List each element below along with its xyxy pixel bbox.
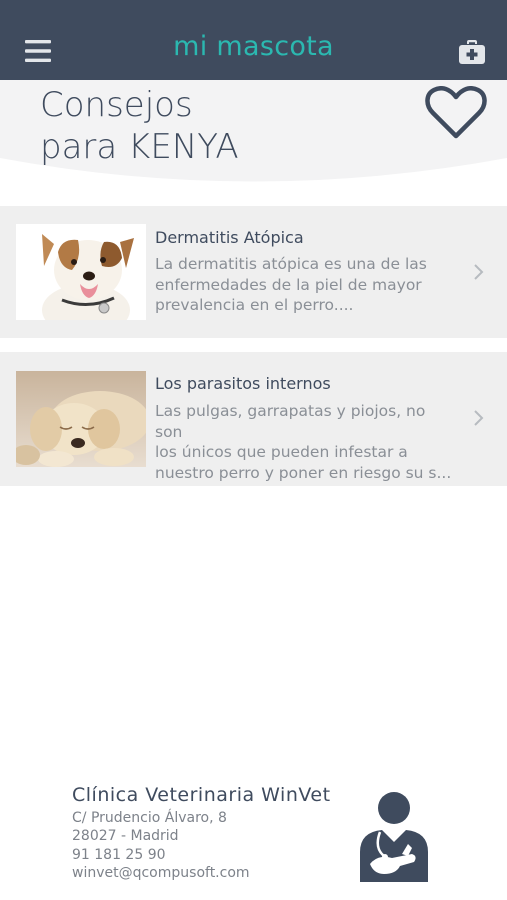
top-bar: mi mascota: [0, 0, 507, 80]
article-excerpt-line: prevalencia en el perro....: [155, 296, 354, 314]
article-excerpt-line: nuestro perro y poner en riesgo su s...: [155, 463, 452, 482]
jack-russell-terrier-photo: [16, 224, 146, 320]
article-excerpt-line: los únicos que pueden infestar a: [155, 443, 408, 461]
clinic-name: Clínica Veterinaria WinVet: [72, 784, 331, 806]
chevron-right-icon: [474, 410, 484, 426]
page-title-line-1: Consejos: [40, 85, 193, 125]
app-title: mi mascota: [173, 31, 334, 62]
clinic-phone[interactable]: 91 181 25 90: [72, 847, 166, 863]
article-excerpt-line: enfermedades de la piel de mayor: [155, 275, 422, 294]
article-excerpt-line: Las pulgas, garrapatas y piojos, no son: [155, 402, 426, 441]
article-title: Dermatitis Atópica: [155, 228, 304, 247]
heart-outline-icon[interactable]: [425, 86, 487, 140]
clinic-email[interactable]: winvet@qcompusoft.com: [72, 865, 250, 881]
page-title: Consejos para KENYA: [40, 84, 239, 168]
article-excerpt-line: La dermatitis atópica es una de las: [155, 255, 427, 273]
article-excerpt: Las pulgas, garrapatas y piojos, no son …: [155, 401, 455, 483]
clinic-address: C/ Prudencio Álvaro, 8: [72, 810, 227, 826]
chevron-right-icon: [474, 264, 484, 280]
clinic-city: 28027 - Madrid: [72, 828, 179, 844]
article-card-parasitos[interactable]: Los parasitos internos Las pulgas, garra…: [0, 352, 507, 486]
sleeping-golden-puppy-photo: [16, 371, 146, 467]
article-title: Los parasitos internos: [155, 374, 331, 393]
article-card-dermatitis[interactable]: Dermatitis Atópica La dermatitis atópica…: [0, 206, 507, 338]
veterinarian-icon: [360, 792, 428, 882]
page-title-line-2: para KENYA: [40, 127, 239, 167]
article-excerpt: La dermatitis atópica es una de las enfe…: [155, 254, 455, 316]
first-aid-kit-icon[interactable]: [459, 40, 485, 64]
